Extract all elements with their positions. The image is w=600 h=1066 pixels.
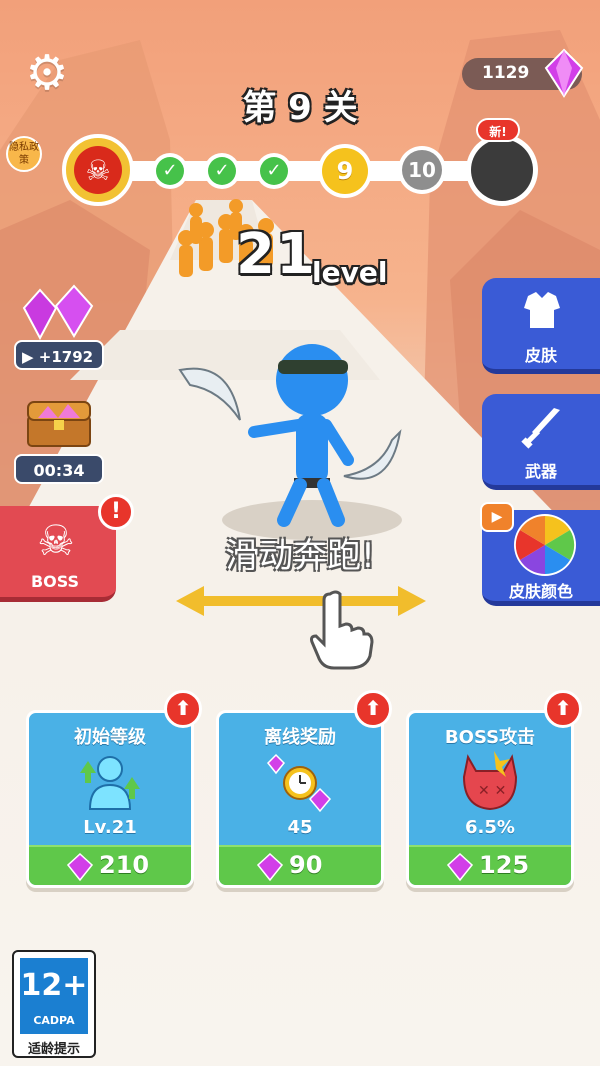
next-stage-number: 10 [402,150,442,190]
swipe-arrow-icon [176,586,426,616]
check-icon: ✓ [260,157,288,185]
upgrade-value: 6.5% [465,817,515,838]
check-icon: ✓ [208,157,236,185]
start-boss-avatar: ☠ [62,134,134,206]
upgrade-card-offline-reward[interactable]: 离线奖励 45 90 [216,710,384,888]
check-icon: ✓ [156,157,184,185]
privacy-policy-button[interactable]: 隐私政策 [6,136,42,172]
current-stage-number: 9 [322,148,368,194]
skin-color-label: 皮肤颜色 [508,582,573,601]
final-boss-avatar [466,134,538,206]
upgrade-cost-button[interactable]: 210 [29,845,191,885]
skin-button[interactable]: 皮肤 [482,278,600,374]
stage-current: 9 [318,144,372,198]
upgrade-cost-button[interactable]: 125 [409,845,571,885]
upgrade-card-start-level[interactable]: 初始等级 Lv.21 210 [26,710,194,888]
treasure-chest-icon[interactable] [24,396,94,450]
gem-reward-icon[interactable] [20,284,100,340]
boss-alert-badge: ! [98,494,134,530]
age-rating-org: CADPA [33,1014,75,1027]
gem-icon [447,853,473,881]
svg-text:✕ ✕: ✕ ✕ [478,783,506,799]
upgrade-arrow-icon: ⬆ [164,690,202,728]
shadow-boss-icon [471,139,533,201]
upgrade-title: 初始等级 [74,727,146,748]
upgrade-arrow-icon: ⬆ [354,690,392,728]
demon-hit-icon: ✕ ✕ [462,751,518,811]
new-badge: 新! [476,118,520,142]
stage-complete-2: ✓ [204,153,240,189]
upgrade-cost: 210 [99,851,150,879]
player-level-word: level [312,256,388,289]
skull-icon: ☠ [74,146,122,194]
age-rating-tip: 适龄提示 [27,1042,80,1057]
upgrade-arrow-icon: ⬆ [544,690,582,728]
skin-label: 皮肤 [524,346,557,365]
armor-icon [524,292,560,328]
pointer-hand-icon [310,590,374,670]
upgrade-title: BOSS攻击 [444,727,536,748]
chest-timer: 00:34 [14,454,104,484]
stage-complete-3: ✓ [256,153,292,189]
gem-icon [257,853,283,881]
stage-complete-1: ✓ [152,153,188,189]
gem-reward-amount: +1792 [38,348,94,366]
upgrade-title: 离线奖励 [264,727,336,748]
upgrade-cost: 90 [289,851,323,879]
player-level-number: 21 [236,222,316,287]
video-icon: ▶ [22,348,34,366]
upgrade-value: 45 [287,817,313,838]
sword-icon [521,408,560,449]
weapon-button[interactable]: 武器 [482,394,600,490]
gem-icon [67,853,93,881]
upgrade-cost: 125 [479,851,530,879]
gem-reward-video-button[interactable]: ▶ +1792 [14,340,104,370]
clock-gems-icon [266,753,332,813]
stage-next: 10 [398,146,446,194]
age-rating-badge: 12+ CADPA 适龄提示 [12,950,96,1058]
weapon-label: 武器 [524,462,557,481]
age-rating-value: 12+ [20,968,88,1003]
swipe-hint: 滑动奔跑! [225,536,375,576]
level-up-person-icon [80,756,140,810]
upgrade-value: Lv.21 [83,817,137,838]
upgrade-cost-button[interactable]: 90 [219,845,381,885]
upgrade-card-boss-attack[interactable]: BOSS攻击 ✕ ✕ 6.5% 125 [406,710,574,888]
